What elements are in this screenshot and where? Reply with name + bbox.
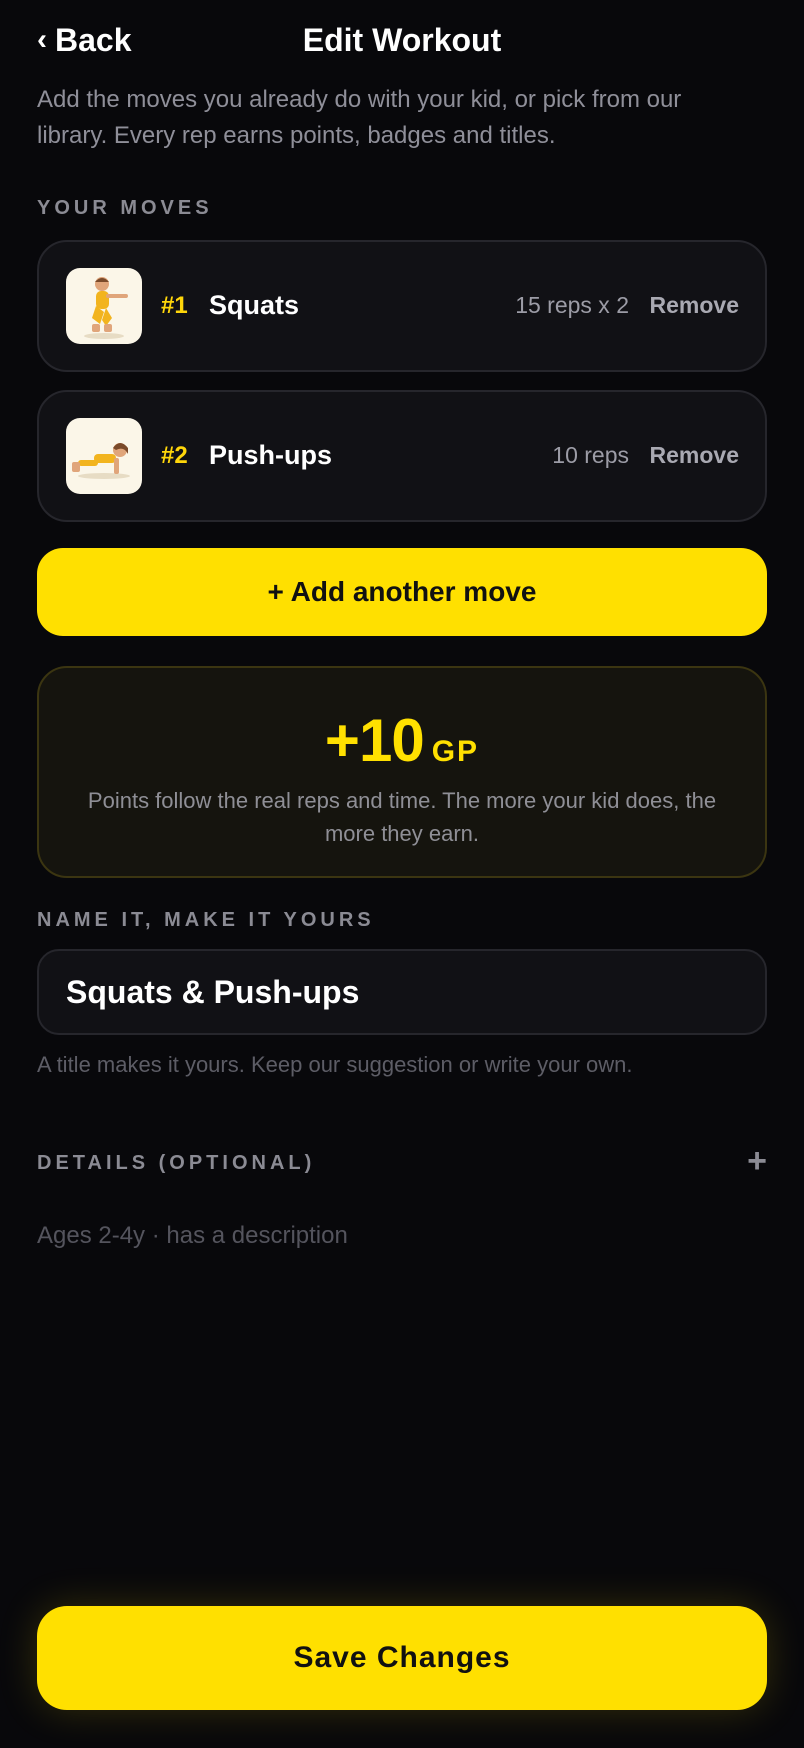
- move-card-push-ups: #2 Push-ups 10 reps Remove: [37, 390, 767, 522]
- points-unit: GP: [431, 735, 480, 768]
- points-description: Points follow the real reps and time. Th…: [87, 788, 717, 846]
- move-number: #1: [161, 292, 188, 319]
- page-title: Edit Workout: [302, 22, 502, 58]
- details-section-label[interactable]: DETAILS (OPTIONAL): [37, 1152, 315, 1175]
- pushup-illustration-icon: [66, 418, 142, 494]
- intro-text: Add the moves you already do with your k…: [37, 86, 682, 149]
- add-move-button[interactable]: + Add another move: [37, 548, 767, 636]
- move-name: Squats: [209, 290, 300, 320]
- moves-section-label: YOUR MOVES: [37, 197, 213, 219]
- points-number: +10: [324, 707, 425, 774]
- details-summary: Ages 2-4y · has a description: [37, 1222, 348, 1249]
- save-changes-button[interactable]: Save Changes: [37, 1606, 767, 1710]
- move-card-squats: #1 Squats 15 reps x 2 Remove: [37, 240, 767, 372]
- remove-move-button[interactable]: Remove: [650, 442, 739, 469]
- name-hint: A title makes it yours. Keep our suggest…: [37, 1052, 633, 1077]
- points-value: +10 GP: [39, 706, 765, 775]
- edit-workout-screen: ‹ Back Edit Workout Add the moves you al…: [0, 0, 804, 1748]
- expand-details-icon[interactable]: +: [747, 1144, 767, 1178]
- move-reps: 15 reps x 2: [515, 292, 629, 318]
- header: ‹ Back Edit Workout: [0, 0, 804, 80]
- move-reps: 10 reps: [552, 442, 629, 468]
- workout-name-input[interactable]: [37, 949, 767, 1035]
- squat-illustration-icon: [66, 268, 142, 344]
- move-number: #2: [161, 442, 188, 469]
- remove-move-button[interactable]: Remove: [650, 292, 739, 319]
- points-card: +10 GP Points follow the real reps and ti…: [37, 666, 767, 878]
- move-name: Push-ups: [209, 440, 333, 470]
- name-section-label: NAME IT, MAKE IT YOURS: [37, 909, 375, 931]
